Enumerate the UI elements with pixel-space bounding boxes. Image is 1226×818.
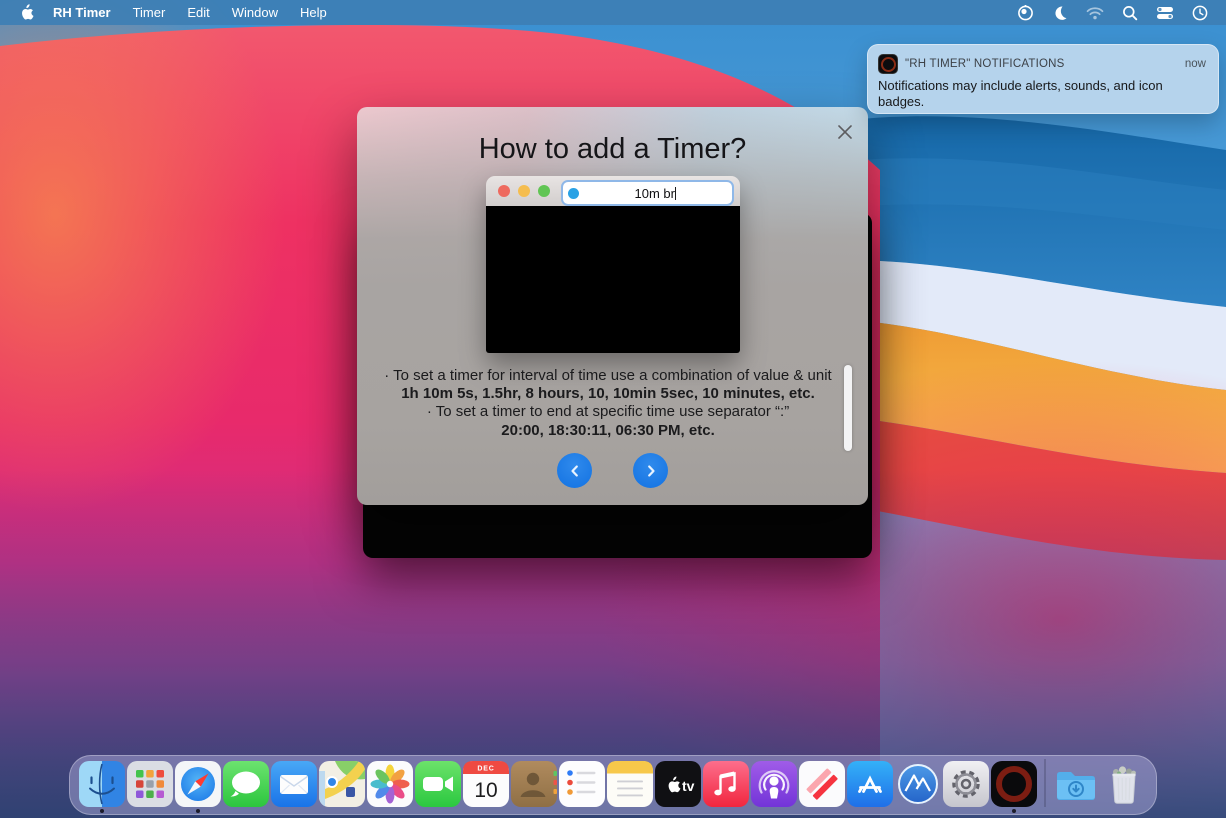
- timer-text-input[interactable]: 10m br: [561, 180, 734, 206]
- mini-timer-window: 10m br: [486, 176, 740, 353]
- calendar-month-label: DEC: [477, 766, 494, 773]
- dock-app-store[interactable]: [847, 761, 893, 807]
- scrollbar-thumb[interactable]: [844, 365, 852, 451]
- zoom-traffic-light[interactable]: [538, 185, 550, 197]
- chevron-left-icon: [568, 464, 582, 478]
- dock-launchpad[interactable]: [127, 761, 173, 807]
- notification-banner[interactable]: "RH TIMER" NOTIFICATIONS now Notificatio…: [867, 44, 1219, 114]
- dock-news[interactable]: [799, 761, 845, 807]
- notification-title: "RH TIMER" NOTIFICATIONS: [905, 58, 1064, 70]
- previous-button[interactable]: [557, 453, 592, 488]
- dock-music[interactable]: [703, 761, 749, 807]
- menu-item-edit[interactable]: Edit: [176, 0, 220, 25]
- timer-progress-icon[interactable]: [1017, 4, 1034, 21]
- dock-mail[interactable]: [271, 761, 317, 807]
- dock-facetime[interactable]: [415, 761, 461, 807]
- dock-downloads-folder[interactable]: [1053, 761, 1099, 807]
- notification-body: Notifications may include alerts, sounds…: [878, 78, 1206, 110]
- mini-window-content: [486, 206, 740, 353]
- mini-window-titlebar: 10m br: [486, 176, 740, 206]
- dock-reminders[interactable]: [559, 761, 605, 807]
- wifi-icon[interactable]: [1086, 6, 1104, 20]
- dock-messages[interactable]: [223, 761, 269, 807]
- menu-bar: RH Timer Timer Edit Window Help: [0, 0, 1226, 25]
- dock-finder[interactable]: [79, 761, 125, 807]
- timer-input-value: 10m br: [635, 186, 675, 201]
- running-indicator: [1012, 809, 1016, 813]
- rh-timer-app-icon: [878, 54, 898, 74]
- chevron-right-icon: [644, 464, 658, 478]
- dock-apple-tv[interactable]: tv: [655, 761, 701, 807]
- menu-item-timer[interactable]: Timer: [122, 0, 177, 25]
- dock: DEC 10 tv: [69, 755, 1157, 815]
- minimize-traffic-light[interactable]: [518, 185, 530, 197]
- dock-calendar[interactable]: DEC 10: [463, 761, 509, 807]
- calendar-day-label: 10: [474, 779, 497, 802]
- instruction-line: 20:00, 18:30:11, 06:30 PM, etc.: [369, 422, 847, 440]
- dock-podcasts[interactable]: [751, 761, 797, 807]
- notification-time: now: [1185, 58, 1206, 70]
- dock-app-cleaner[interactable]: [895, 761, 941, 807]
- running-indicator: [196, 809, 200, 813]
- control-center-icon[interactable]: [1156, 6, 1174, 20]
- close-traffic-light[interactable]: [498, 185, 510, 197]
- dock-photos[interactable]: [367, 761, 413, 807]
- menu-item-help[interactable]: Help: [289, 0, 338, 25]
- instruction-line: · To set a timer to end at specific time…: [369, 403, 847, 421]
- dock-trash[interactable]: [1101, 761, 1147, 807]
- dock-separator: [1044, 759, 1046, 807]
- do-not-disturb-moon-icon[interactable]: [1052, 5, 1068, 21]
- dock-safari[interactable]: [175, 761, 221, 807]
- spotlight-search-icon[interactable]: [1122, 5, 1138, 21]
- close-icon[interactable]: [836, 123, 854, 141]
- dock-system-preferences[interactable]: [943, 761, 989, 807]
- menu-item-app[interactable]: RH Timer: [42, 0, 122, 25]
- instruction-line: · To set a timer for interval of time us…: [369, 367, 847, 385]
- timer-dot-icon: [568, 188, 579, 199]
- apple-menu-icon[interactable]: [0, 4, 42, 21]
- next-button[interactable]: [633, 453, 668, 488]
- dock-contacts[interactable]: [511, 761, 557, 807]
- running-indicator: [100, 809, 104, 813]
- instruction-line: 1h 10m 5s, 1.5hr, 8 hours, 10, 10min 5se…: [369, 385, 847, 403]
- instructions-text: · To set a timer for interval of time us…: [369, 367, 847, 440]
- dock-rh-timer[interactable]: [991, 761, 1037, 807]
- clock-icon[interactable]: [1192, 5, 1208, 21]
- tv-label: tv: [682, 778, 695, 794]
- dock-maps[interactable]: [319, 761, 365, 807]
- how-to-add-timer-dialog: How to add a Timer? 10m br · To set a ti…: [357, 107, 868, 505]
- dock-notes[interactable]: [607, 761, 653, 807]
- dialog-title: How to add a Timer?: [357, 133, 868, 166]
- text-caret: [675, 187, 677, 200]
- menu-item-window[interactable]: Window: [221, 0, 289, 25]
